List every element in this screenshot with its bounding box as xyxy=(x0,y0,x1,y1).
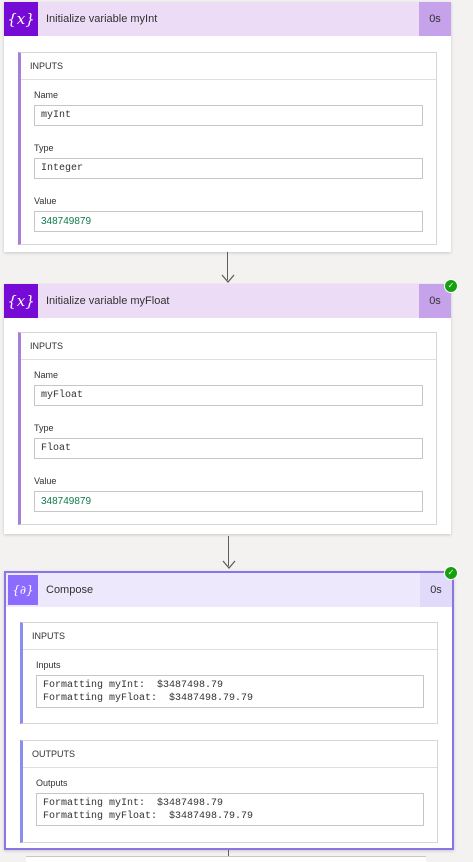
value-value: 348749879 xyxy=(34,211,423,232)
inputs-header: INPUTS xyxy=(23,623,437,650)
card-header[interactable]: {x} Initialize variable myInt 0s xyxy=(4,2,451,36)
success-check-icon: ✓ xyxy=(444,279,458,293)
value-label: Value xyxy=(34,476,57,486)
outputs-section: OUTPUTS Outputs Formatting myInt: $34874… xyxy=(20,740,438,843)
card-header[interactable]: {∂} Compose 0s xyxy=(6,573,452,607)
flow-arrow xyxy=(222,536,236,570)
action-card-compose[interactable]: {∂} Compose 0s INPUTS Inputs Formatting … xyxy=(4,571,454,850)
value-value: 348749879 xyxy=(34,491,423,512)
success-check-icon: ✓ xyxy=(444,566,458,580)
card-header[interactable]: {x} Initialize variable myFloat 0s xyxy=(4,284,451,318)
type-value: Integer xyxy=(34,158,423,179)
type-value: Float xyxy=(34,438,423,459)
inputs-section: INPUTS Name myFloat Type Float Value 348… xyxy=(18,332,437,525)
name-value: myInt xyxy=(34,105,423,126)
name-label: Name xyxy=(34,90,59,100)
inputs-value: Formatting myInt: $3487498.79 Formatting… xyxy=(36,675,424,708)
card-title: Compose xyxy=(46,584,94,596)
inputs-header: INPUTS xyxy=(21,333,436,360)
next-card-edge xyxy=(26,856,426,862)
variable-icon: {x} xyxy=(4,2,38,36)
inputs-header: INPUTS xyxy=(21,53,436,80)
action-card-init-myfloat[interactable]: {x} Initialize variable myFloat 0s INPUT… xyxy=(4,284,451,534)
inputs-section: INPUTS Name myInt Type Integer Value 348… xyxy=(18,52,437,245)
inputs-label: Inputs xyxy=(36,660,61,670)
flow-arrow xyxy=(221,252,235,284)
variable-icon: {x} xyxy=(4,284,38,318)
action-card-init-myint[interactable]: {x} Initialize variable myInt 0s INPUTS … xyxy=(4,2,451,252)
card-title: Initialize variable myFloat xyxy=(46,295,170,307)
compose-icon: {∂} xyxy=(8,575,38,605)
arrow-down-icon xyxy=(221,274,235,283)
duration-badge: 0s xyxy=(419,2,451,36)
outputs-value: Formatting myInt: $3487498.79 Formatting… xyxy=(36,793,424,826)
value-label: Value xyxy=(34,196,57,206)
outputs-header: OUTPUTS xyxy=(23,741,437,768)
name-label: Name xyxy=(34,370,59,380)
name-value: myFloat xyxy=(34,385,423,406)
inputs-section: INPUTS Inputs Formatting myInt: $3487498… xyxy=(20,622,438,724)
outputs-label: Outputs xyxy=(36,778,68,788)
type-label: Type xyxy=(34,423,54,433)
card-title: Initialize variable myInt xyxy=(46,13,158,25)
arrow-down-icon xyxy=(222,560,236,569)
type-label: Type xyxy=(34,143,54,153)
